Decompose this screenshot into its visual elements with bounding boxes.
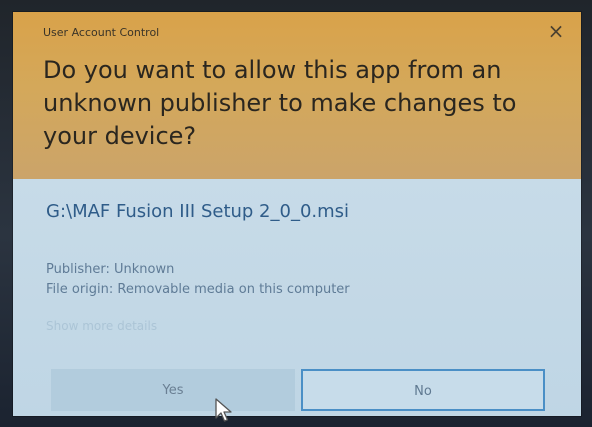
uac-dialog: User Account Control × Do you want to al… — [13, 12, 581, 416]
uac-question: Do you want to allow this app from an un… — [43, 56, 517, 150]
dialog-body: G:\MAF Fusion III Setup 2_0_0.msi Publis… — [13, 179, 581, 416]
file-origin-line: File origin: Removable media on this com… — [46, 282, 350, 297]
yes-button[interactable]: Yes — [51, 369, 295, 411]
publisher-line: Publisher: Unknown — [46, 262, 175, 277]
no-button[interactable]: No — [301, 369, 545, 411]
mouse-pointer-icon — [215, 398, 232, 422]
action-buttons: Yes No — [51, 369, 547, 411]
app-filename: G:\MAF Fusion III Setup 2_0_0.msi — [46, 201, 350, 222]
close-button[interactable]: × — [545, 20, 567, 42]
dialog-header: User Account Control × Do you want to al… — [13, 12, 581, 179]
dialog-title: User Account Control — [43, 26, 160, 39]
show-more-details-link[interactable]: Show more details — [46, 319, 157, 333]
app-metadata: Publisher: Unknown File origin: Removabl… — [46, 260, 350, 300]
close-icon: × — [547, 19, 565, 43]
screen-background: User Account Control × Do you want to al… — [0, 0, 592, 427]
